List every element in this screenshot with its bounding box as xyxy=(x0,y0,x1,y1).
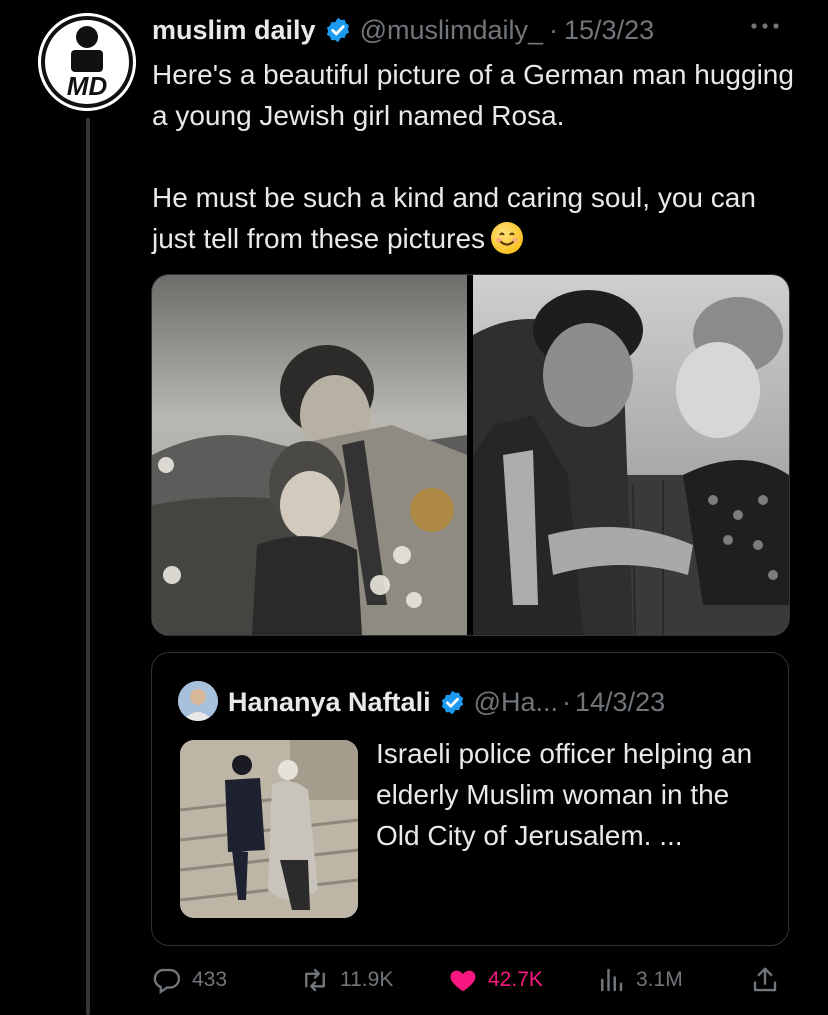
thread-line xyxy=(86,118,90,1015)
verified-badge-icon xyxy=(441,690,463,714)
reply-button[interactable]: 433 xyxy=(152,958,227,1002)
like-button[interactable]: 42.7K xyxy=(448,958,543,1002)
tweet-media-grid[interactable] xyxy=(151,274,790,636)
tweet-body: Here's a beautiful picture of a German m… xyxy=(152,59,794,254)
more-horizontal-icon[interactable] xyxy=(748,10,782,45)
verified-badge-icon xyxy=(326,17,349,43)
quoted-author-handle[interactable]: @Ha... xyxy=(474,687,558,718)
svg-text:MD: MD xyxy=(67,71,108,101)
view-count: 3.1M xyxy=(636,968,683,991)
tweet-action-bar: 433 11.9K 42.7K 3.1M xyxy=(152,958,788,1002)
repost-icon xyxy=(305,968,325,992)
quoted-tweet-text: Israeli police officer helping an elderl… xyxy=(376,738,753,851)
separator-dot: · xyxy=(562,686,572,717)
separator-dot: · xyxy=(549,14,559,45)
photo-2[interactable] xyxy=(473,275,789,635)
quoted-tweet[interactable]: Hananya Naftali @Ha... · 14/3/23 Israeli… xyxy=(151,652,789,946)
reply-icon xyxy=(153,968,181,995)
like-count: 42.7K xyxy=(488,968,543,991)
repost-button[interactable]: 11.9K xyxy=(300,958,393,1002)
share-button[interactable] xyxy=(750,958,790,1002)
tweet-header: muslim daily @muslimdaily_ · 15/3/23 xyxy=(152,10,654,50)
author-handle[interactable]: @muslimdaily_ xyxy=(360,15,543,46)
quoted-tweet-photo[interactable] xyxy=(180,740,358,918)
photo-1[interactable] xyxy=(152,275,467,635)
views-icon xyxy=(601,968,623,992)
tweet-date[interactable]: 15/3/23 xyxy=(564,15,654,46)
smiling-face-icon xyxy=(491,222,524,254)
author-avatar[interactable]: MD xyxy=(38,13,136,111)
repost-count: 11.9K xyxy=(340,968,394,991)
author-name[interactable]: muslim daily xyxy=(152,15,316,46)
tweet-text: Here's a beautiful picture of a German m… xyxy=(152,54,802,259)
heart-icon xyxy=(450,970,476,992)
quoted-author-avatar[interactable] xyxy=(178,681,218,721)
views-button[interactable]: 3.1M xyxy=(596,958,683,1002)
reply-count: 433 xyxy=(192,968,228,991)
quoted-tweet-header: Hananya Naftali @Ha... · 14/3/23 xyxy=(228,681,665,723)
quoted-author-name[interactable]: Hananya Naftali xyxy=(228,687,431,718)
quoted-tweet-date[interactable]: 14/3/23 xyxy=(575,687,665,718)
share-icon xyxy=(753,967,777,992)
